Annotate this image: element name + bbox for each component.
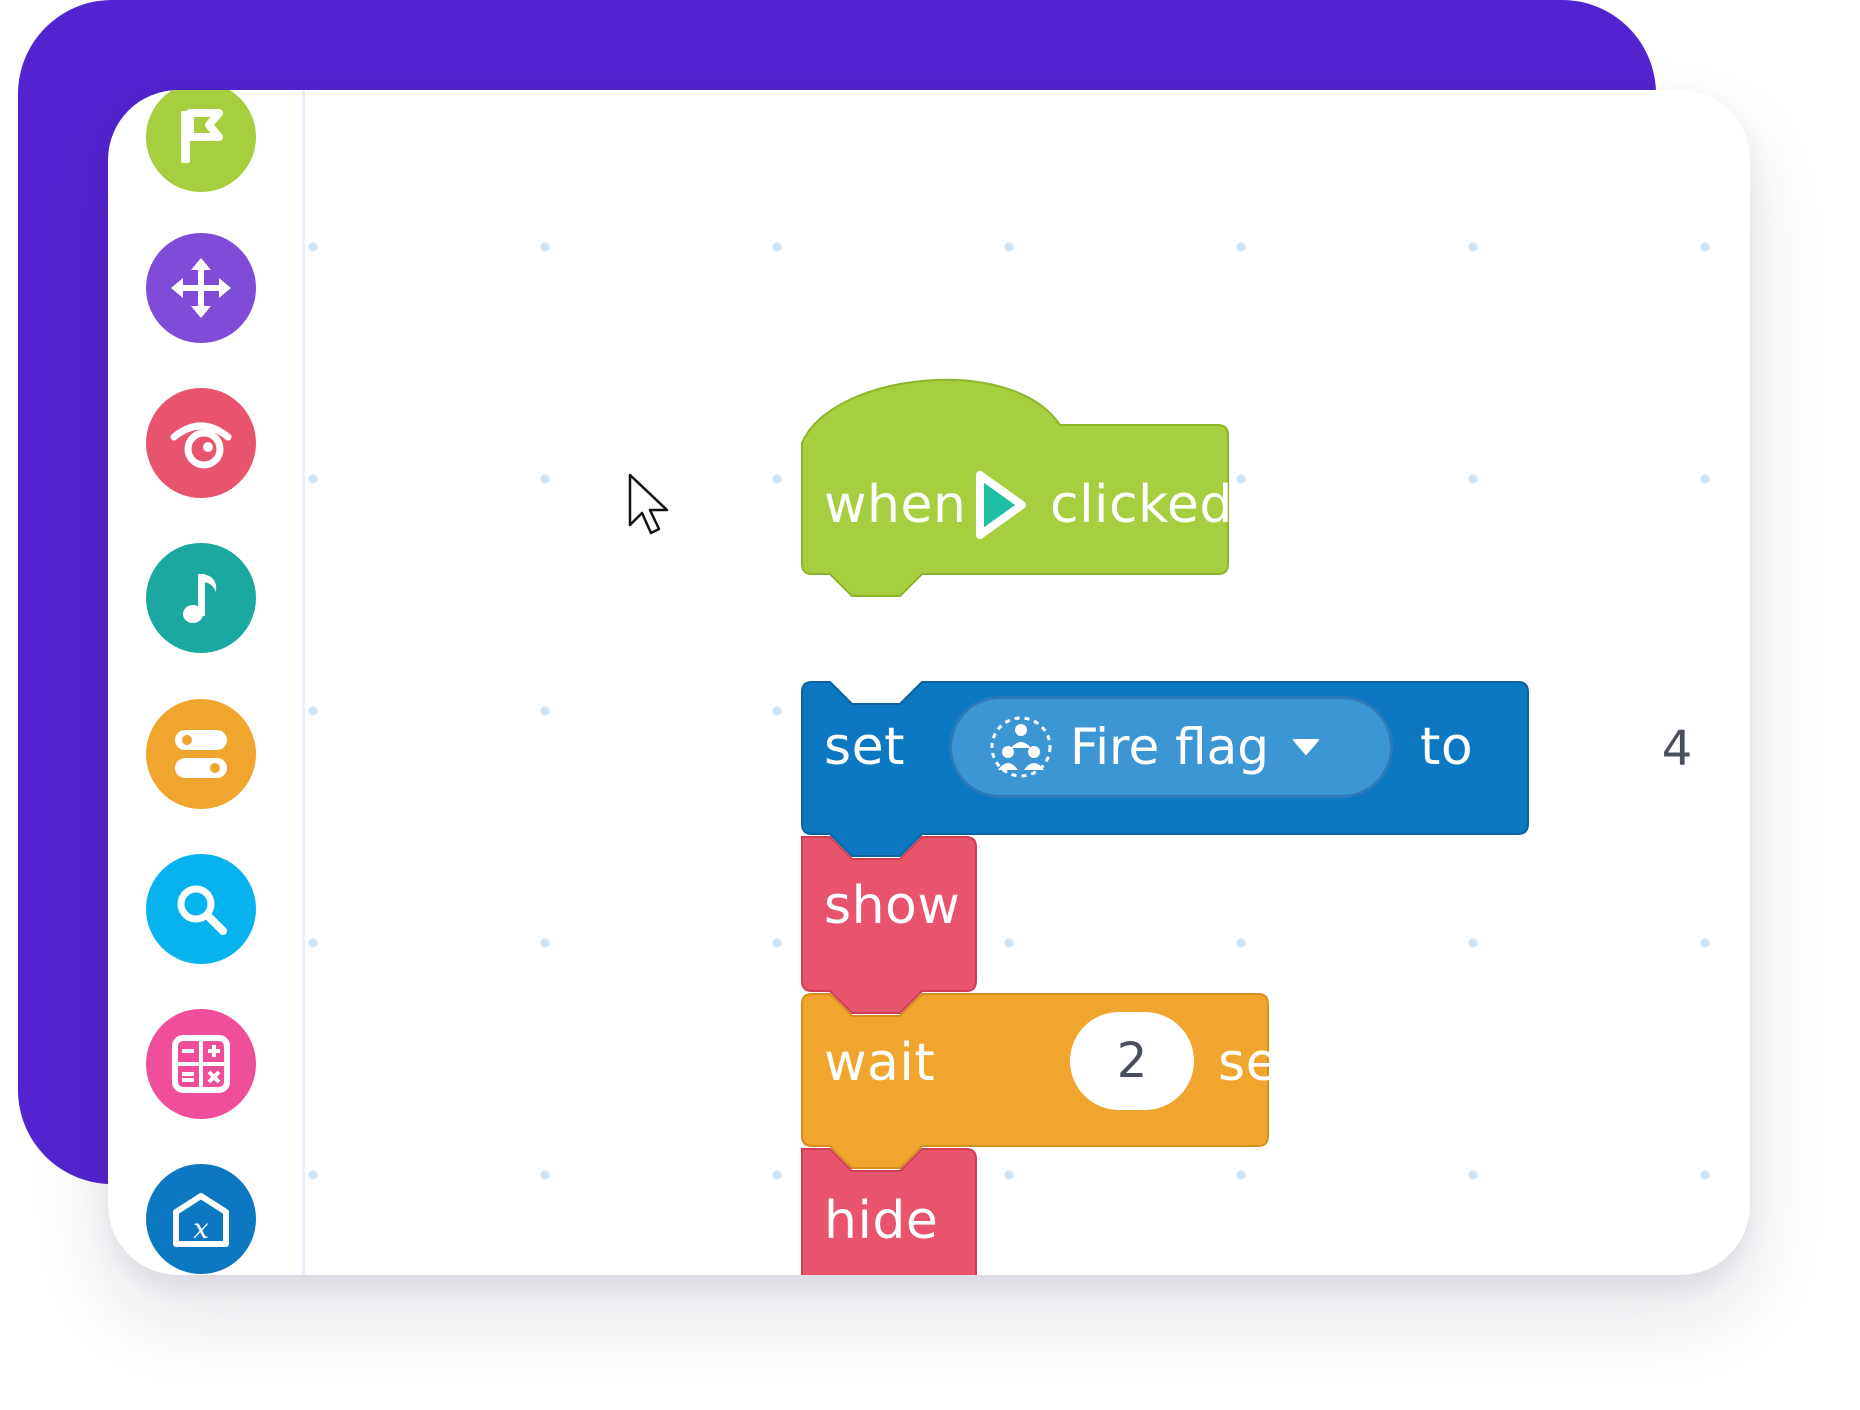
grid-dot [540,242,550,252]
editor-card: x when clicked set Fire flag to 4 show w… [108,90,1750,1275]
grid-dot [772,1170,782,1180]
grid-dot [1700,242,1710,252]
grid-dot [772,706,782,716]
chevron-down-icon [1293,739,1319,755]
magnifier-icon [177,885,227,935]
grid-dot [772,474,782,484]
category-motion-button[interactable] [146,233,256,343]
grid-dot [308,706,318,716]
category-operators-button[interactable] [146,1009,256,1119]
svg-text:x: x [193,1212,209,1245]
grid-dot [308,242,318,252]
grid-dot [540,1170,550,1180]
grid-dot [308,938,318,948]
hide-label: hide [824,1191,939,1251]
category-sensing-button[interactable] [146,854,256,964]
grid-dot [772,242,782,252]
people-group-icon [990,716,1052,778]
music-note-icon [183,574,217,623]
variable-name: Fire flag [1070,718,1269,776]
set-to-label: to [1420,717,1474,777]
mouse-cursor-icon [628,473,669,535]
script-workspace[interactable]: when clicked set Fire flag to 4 show wai… [305,90,1750,1275]
grid-dot [308,1170,318,1180]
flag-icon [181,109,223,163]
calculator-icon [172,1035,230,1093]
category-looks-button[interactable] [146,388,256,498]
grid-dot [1236,242,1246,252]
wait-seconds-label: seconds [1218,1033,1435,1093]
grid-dot [1700,474,1710,484]
grid-dot [540,474,550,484]
hat-when-label: when [824,475,967,535]
play-flag-icon [976,471,1026,539]
grid-dot [772,938,782,948]
wait-seconds-input[interactable]: 2 [1070,1012,1194,1110]
move-arrows-icon [171,258,231,318]
grid-dot [1700,938,1710,948]
category-events-button[interactable] [146,90,256,192]
wait-label: wait [824,1033,936,1093]
category-variables-button[interactable]: x [146,1164,256,1274]
variable-box-icon: x [173,1193,229,1247]
hat-clicked-label: clicked [1050,475,1233,535]
category-sound-button[interactable] [146,543,256,653]
set-label: set [824,717,905,777]
grid-dot [1004,242,1014,252]
variable-dropdown[interactable]: Fire flag [949,696,1393,798]
grid-dot [308,474,318,484]
grid-dot [540,938,550,948]
show-label: show [824,876,961,936]
category-control-button[interactable] [146,699,256,809]
grid-dot [1700,1170,1710,1180]
grid-dot [540,706,550,716]
grid-dot [1468,242,1478,252]
category-sidebar: x [108,90,305,1275]
set-value-input[interactable]: 4 [1615,700,1739,798]
toggle-icon [175,730,227,778]
eye-icon [170,422,232,469]
